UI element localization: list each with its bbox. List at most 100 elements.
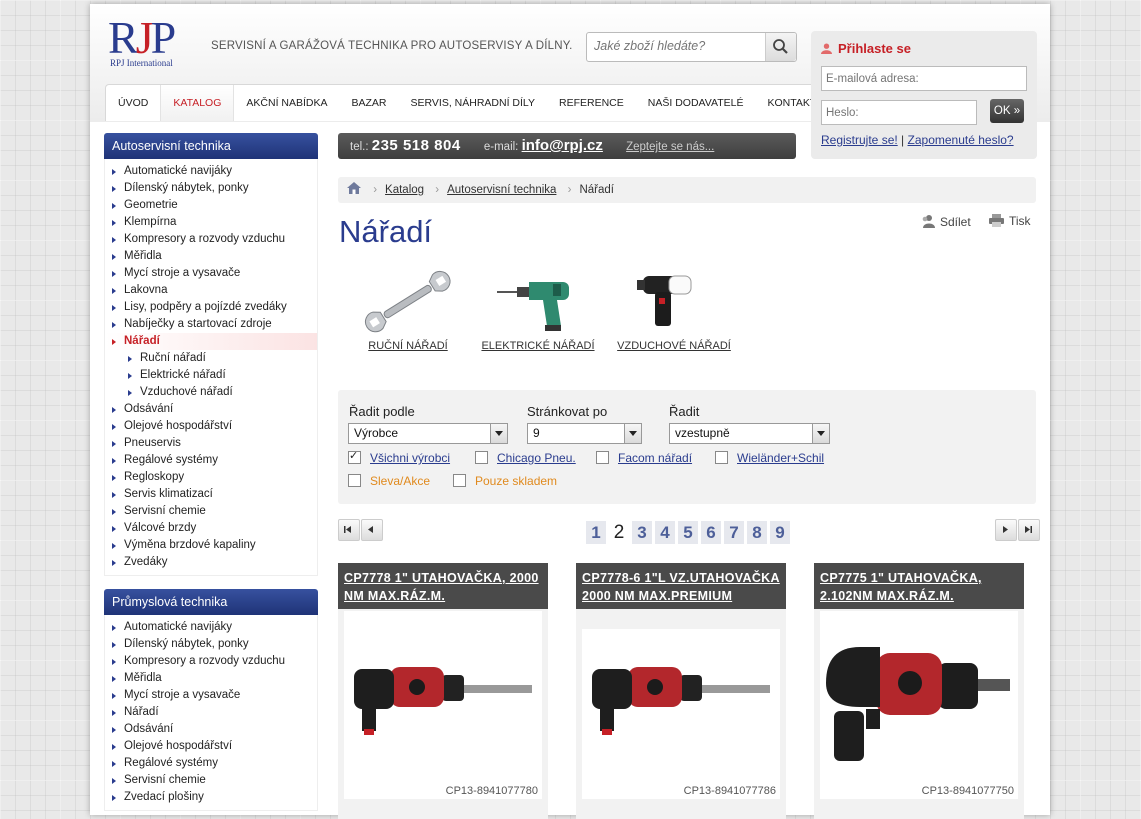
nav-item-0[interactable]: ÚVOD (106, 85, 160, 121)
search-button[interactable] (765, 33, 796, 61)
sidebar-item[interactable]: Zvedací plošiny (105, 789, 317, 806)
sidebar-item[interactable]: Nabíječky a startovací zdroje (105, 316, 317, 333)
sidebar-item[interactable]: Lisy, podpěry a pojízdé zvedáky (105, 299, 317, 316)
checkbox-all-manufacturers[interactable]: Všichni výrobci (348, 449, 450, 465)
product-title-link[interactable]: CP7778 1" UTAHOVAČKA, 2000 NM MAX.RÁZ.M. (344, 571, 539, 603)
sidebar-item[interactable]: Servisní chemie (105, 772, 317, 789)
nav-item-3[interactable]: BAZAR (340, 85, 399, 121)
sidebar-list: Automatické navijáky Dílenský nábytek, po… (104, 159, 318, 576)
sidebar-item[interactable]: Pneuservis (105, 435, 317, 452)
sidebar-item[interactable]: Geometrie (105, 197, 317, 214)
share-button[interactable]: Sdílet (921, 214, 971, 229)
sort-select[interactable]: Výrobce (348, 423, 508, 444)
sidebar-item[interactable]: Regálové systémy (105, 452, 317, 469)
prev-page-button[interactable] (361, 519, 383, 541)
sidebar-item[interactable]: Servis klimatizací (105, 486, 317, 503)
last-page-button[interactable] (1018, 519, 1040, 541)
page-number[interactable]: 2 (609, 521, 629, 544)
product-title-link[interactable]: CP7778-6 1"L VZ.UTAHOVAČKA 2000 NM MAX.P… (582, 571, 780, 603)
password-field[interactable] (821, 100, 977, 125)
page-number[interactable]: 8 (747, 521, 767, 544)
checkbox-facom[interactable]: Facom nářadí (596, 451, 692, 465)
ask-us-link[interactable]: Zeptejte se nás... (626, 141, 714, 153)
main-nav: ÚVOD KATALOG AKČNÍ NABÍDKA BAZAR SERVIS, NÁH… (105, 84, 830, 121)
page-number[interactable]: 4 (655, 521, 675, 544)
per-page-select[interactable]: 9 (527, 423, 642, 444)
sidebar-item[interactable]: Dílenský nábytek, ponky (105, 180, 317, 197)
sidebar-item[interactable]: Ruční nářadí (105, 350, 317, 367)
page-number[interactable]: 5 (678, 521, 698, 544)
sidebar-item[interactable]: Zvedáky (105, 554, 317, 571)
nav-item-1[interactable]: KATALOG (160, 85, 235, 121)
nav-item-2[interactable]: AKČNÍ NABÍDKA (234, 85, 339, 121)
sidebar-item[interactable]: Olejové hospodářství (105, 418, 317, 435)
forgot-password-link[interactable]: Zapomenuté heslo? (908, 133, 1014, 147)
first-page-icon (344, 526, 351, 533)
sidebar-item[interactable]: Automatické navijáky (105, 619, 317, 636)
breadcrumb-katalog[interactable]: Katalog (385, 184, 424, 196)
home-icon[interactable] (346, 181, 362, 195)
checkbox-wielander[interactable]: Wieländer+Schil (715, 451, 824, 465)
login-title: Přihlaste se (821, 41, 911, 56)
category-rucni[interactable]: RUČNÍ NÁŘADÍ (343, 270, 473, 352)
sidebar-item[interactable]: Kompresory a rozvody vzduchu (105, 653, 317, 670)
checkbox-in-stock[interactable]: Pouze skladem (453, 474, 557, 488)
sidebar-item[interactable]: Měřidla (105, 248, 317, 265)
product-image[interactable] (820, 611, 1018, 799)
per-page-label: Stránkovat po (527, 404, 608, 419)
user-icon (821, 43, 832, 54)
nav-item-5[interactable]: REFERENCE (547, 85, 636, 121)
sidebar-item[interactable]: Servisní chemie (105, 503, 317, 520)
product-card[interactable]: CP7775 1" UTAHOVAČKA, 2.102NM MAX.RÁZ.M.… (814, 563, 1024, 819)
sidebar-item[interactable]: Regálové systémy (105, 755, 317, 772)
page-number[interactable]: 3 (632, 521, 652, 544)
email-field[interactable] (821, 66, 1027, 91)
breadcrumb-autoservisni[interactable]: Autoservisní technika (447, 184, 556, 196)
sidebar-item[interactable]: Výměna brzdové kapaliny (105, 537, 317, 554)
page-number[interactable]: 9 (770, 521, 790, 544)
product-card[interactable]: CP7778 1" UTAHOVAČKA, 2000 NM MAX.RÁZ.M.… (338, 563, 548, 819)
sidebar-item[interactable]: Automatické navijáky (105, 163, 317, 180)
sidebar-item[interactable]: Regloskopy (105, 469, 317, 486)
login-ok-button[interactable]: OK » (990, 99, 1024, 123)
sidebar-item[interactable]: Měřidla (105, 670, 317, 687)
product-image[interactable] (344, 611, 542, 799)
sidebar-item[interactable]: Nářadí (105, 704, 317, 721)
impact-wrench-icon (637, 275, 692, 326)
page-number[interactable]: 7 (724, 521, 744, 544)
email-link[interactable]: info@rpj.cz (522, 137, 603, 154)
sidebar-item[interactable]: Klempírna (105, 214, 317, 231)
sidebar-item[interactable]: Lakovna (105, 282, 317, 299)
order-select[interactable]: vzestupně (669, 423, 830, 444)
product-card[interactable]: CP7778-6 1"L VZ.UTAHOVAČKA 2000 NM MAX.P… (576, 563, 786, 819)
nav-item-6[interactable]: NAŠI DODAVATELÉ (636, 85, 756, 121)
first-page-button[interactable] (338, 519, 360, 541)
sidebar-item[interactable]: Mycí stroje a vysavače (105, 687, 317, 704)
sidebar-item[interactable]: Nářadí (105, 333, 317, 350)
page-number[interactable]: 6 (701, 521, 721, 544)
register-link[interactable]: Registrujte se! (821, 133, 898, 147)
chevron-down-icon (624, 424, 641, 443)
nav-item-4[interactable]: SERVIS, NÁHRADNÍ DÍLY (399, 85, 547, 121)
product-code: CP13-8941077750 (921, 785, 1014, 797)
category-elektricke[interactable]: ELEKTRICKÉ NÁŘADÍ (473, 270, 603, 352)
product-title-link[interactable]: CP7775 1" UTAHOVAČKA, 2.102NM MAX.RÁZ.M. (820, 571, 982, 603)
sidebar-item[interactable]: Dílenský nábytek, ponky (105, 636, 317, 653)
checkbox-sale[interactable]: Sleva/Akce (348, 474, 430, 488)
sidebar-item[interactable]: Odsávání (105, 721, 317, 738)
page-number[interactable]: 1 (586, 521, 606, 544)
checkbox-chicago-pneu[interactable]: Chicago Pneu. (475, 451, 576, 465)
sidebar-item[interactable]: Olejové hospodářství (105, 738, 317, 755)
logo[interactable]: RJP RPJ International (108, 15, 188, 72)
product-image[interactable] (582, 629, 780, 799)
category-vzduchove[interactable]: VZDUCHOVÉ NÁŘADÍ (609, 270, 739, 352)
sidebar-item[interactable]: Válcové brzdy (105, 520, 317, 537)
search-input[interactable] (587, 33, 769, 59)
next-page-button[interactable] (995, 519, 1017, 541)
sidebar-item[interactable]: Mycí stroje a vysavače (105, 265, 317, 282)
sidebar-item[interactable]: Vzduchové nářadí (105, 384, 317, 401)
sidebar-item[interactable]: Odsávání (105, 401, 317, 418)
sidebar-item[interactable]: Elektrické nářadí (105, 367, 317, 384)
sidebar-item[interactable]: Kompresory a rozvody vzduchu (105, 231, 317, 248)
print-button[interactable]: Tisk (989, 214, 1031, 228)
